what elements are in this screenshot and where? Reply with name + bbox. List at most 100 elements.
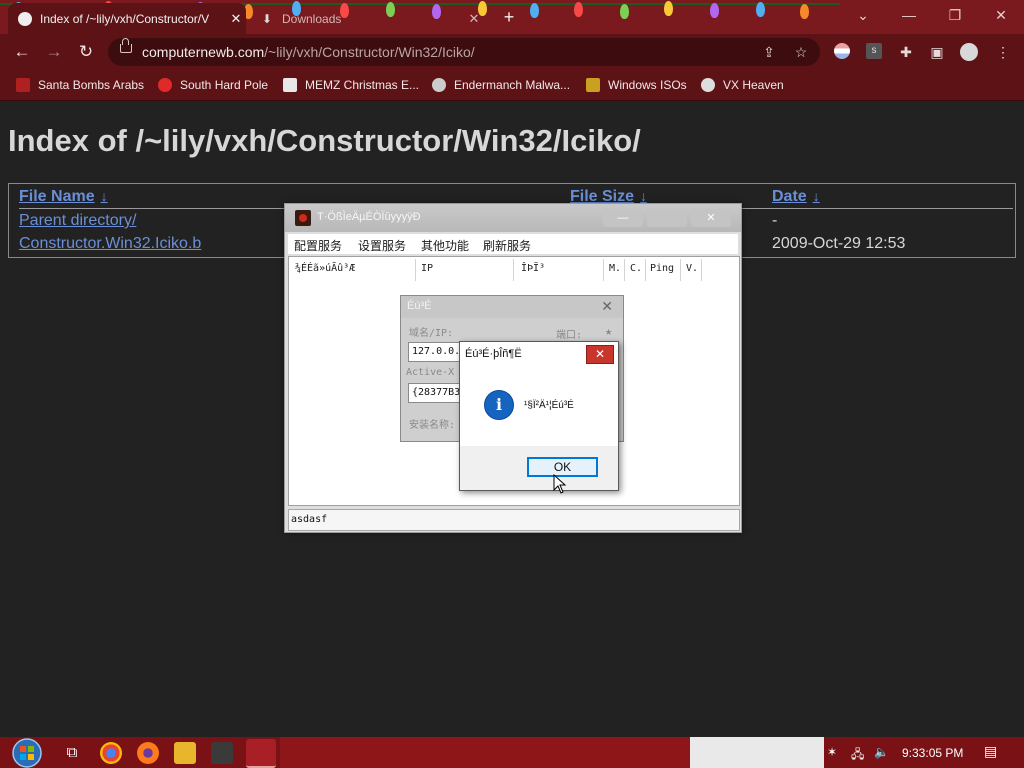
close-tab-icon[interactable]: ✕ (226, 11, 246, 27)
column-header[interactable]: C. (630, 263, 642, 274)
extension-flag-icon[interactable] (834, 43, 852, 61)
forward-button[interactable]: → (42, 40, 66, 64)
windows-isos-icon (586, 78, 600, 92)
file-date: - (772, 212, 778, 229)
msgbox-titlebar[interactable]: Éú³É·þÎñ¶Ë ✕ (460, 342, 618, 368)
column-header[interactable]: ÎÞÏ³ (521, 263, 545, 274)
action-center-icon[interactable]: ▤ (984, 743, 997, 760)
column-header[interactable]: IP (421, 263, 433, 274)
bookmark-windows-isos[interactable]: Windows ISOs (586, 76, 687, 94)
close-window-button[interactable]: ✕ (978, 0, 1024, 30)
bookmark-south-hard-pole[interactable]: South Hard Pole (158, 76, 268, 94)
malware-icon (432, 78, 446, 92)
vx-heaven-icon (701, 78, 715, 92)
wallpaper-strip (690, 737, 824, 768)
taskbar-clock[interactable]: 9:33:05 PM (902, 746, 963, 760)
app-titlebar[interactable]: T·ÖßÌeÄµÉÒÏûyyyÿÐ — ✕ (285, 204, 741, 232)
menu-kebab-icon[interactable]: ⋮ (994, 43, 1012, 61)
memz-icon (283, 78, 297, 92)
bulb-decoration (530, 3, 539, 18)
url-text: computernewb.com/~lily/vxh/Constructor/W… (142, 44, 475, 60)
iciko-taskbar-icon[interactable] (246, 739, 276, 768)
app-maximize-button[interactable] (647, 209, 687, 227)
minimize-button[interactable]: — (886, 0, 932, 30)
port-label: 端口: (556, 330, 583, 341)
share-icon[interactable]: ⇪ (760, 43, 778, 61)
extensions-puzzle-icon[interactable]: ✚ (897, 43, 915, 61)
app-close-button[interactable]: ✕ (691, 209, 731, 227)
app-statusbar: asdasf (288, 509, 740, 531)
tab-search-button[interactable]: ⌄ (840, 0, 886, 30)
new-tab-button[interactable]: + (498, 6, 520, 28)
tab-downloads[interactable]: ⬇ Downloads ✕ (252, 3, 484, 34)
bulb-decoration (756, 2, 765, 17)
app-icon (295, 210, 311, 226)
bulb-decoration (664, 1, 673, 16)
bookmark-label: MEMZ Christmas E... (305, 78, 420, 92)
tab-title: Index of /~lily/vxh/Constructor/V (40, 11, 210, 26)
reload-button[interactable]: ↻ (74, 40, 98, 64)
back-button[interactable]: ← (10, 40, 34, 64)
sort-arrow-icon: ↓ (100, 188, 108, 204)
firefox-taskbar-icon[interactable] (137, 742, 159, 764)
app-title: T·ÖßÌeÄµÉÒÏûyyyÿÐ (317, 211, 421, 223)
menu-config-service[interactable]: 配置服务 (294, 237, 342, 254)
malware-app-icon[interactable] (211, 742, 233, 764)
msgbox-body: i ¹§Ï²Ä¹¦Éú³É (460, 368, 618, 446)
column-file-name[interactable]: File Name ↓ (19, 188, 108, 206)
profile-avatar-icon[interactable] (960, 43, 978, 61)
address-bar[interactable]: computernewb.com/~lily/vxh/Constructor/W… (108, 38, 820, 66)
msgbox-title: Éú³É·þÎñ¶Ë (465, 348, 522, 360)
tab-index-of[interactable]: Index of /~lily/vxh/Constructor/V ✕ (8, 3, 246, 34)
column-separator (415, 259, 416, 281)
bookmark-santa-bombs-arabs[interactable]: Santa Bombs Arabs (16, 76, 144, 94)
msgbox-close-button[interactable]: ✕ (586, 345, 614, 364)
side-panel-icon[interactable]: ▣ (928, 43, 946, 61)
bookmark-endermanch-malware[interactable]: Endermanch Malwa... (432, 76, 570, 94)
start-button-icon[interactable] (10, 737, 44, 768)
file-link-constructor[interactable]: Constructor.Win32.Iciko.b (19, 235, 201, 253)
sort-arrow-icon: ↓ (640, 188, 648, 204)
activex-input[interactable]: {28377B3 (408, 383, 465, 403)
bookmark-label: VX Heaven (723, 78, 784, 92)
column-header[interactable]: M. (609, 263, 621, 274)
menu-refresh-service[interactable]: 刷新服务 (483, 237, 531, 254)
bookmark-label: Santa Bombs Arabs (38, 78, 145, 92)
file-explorer-icon[interactable] (174, 742, 196, 764)
file-link-parent[interactable]: Parent directory/ (19, 212, 136, 230)
column-header[interactable]: ¾ÉÉã»úÃû³Æ (295, 263, 355, 274)
app-minimize-button[interactable]: — (603, 209, 643, 227)
task-view-icon[interactable]: ⧉ (61, 742, 83, 764)
dialog-close-icon[interactable]: ✕ (601, 298, 613, 315)
favicon-icon (18, 11, 32, 26)
santa-icon (16, 78, 30, 92)
extension-s-icon[interactable]: s (866, 43, 884, 61)
column-header[interactable]: V. (686, 263, 698, 274)
bookmark-memz-christmas[interactable]: MEMZ Christmas E... (283, 76, 419, 94)
restore-button[interactable]: ❐ (932, 0, 978, 30)
chrome-taskbar-icon[interactable] (100, 742, 122, 764)
domain-label: 域名/IP: (409, 328, 454, 339)
tray-app-icon[interactable]: ✶ (827, 745, 837, 759)
install-name-label: 安装名称: (409, 420, 456, 431)
domain-input[interactable]: 127.0.0. (408, 342, 465, 362)
column-header[interactable]: Ping (650, 263, 674, 274)
column-date[interactable]: Date ↓ (772, 188, 820, 206)
menu-other-functions[interactable]: 其他功能 (421, 237, 469, 254)
close-tab-icon[interactable]: ✕ (464, 11, 484, 27)
bookmark-star-icon[interactable]: ☆ (792, 43, 810, 61)
bookmark-vx-heaven[interactable]: VX Heaven (701, 76, 784, 94)
volume-icon[interactable]: 🔈 (874, 745, 889, 759)
menu-setup-service[interactable]: 设置服务 (358, 237, 406, 254)
lock-icon (120, 38, 132, 53)
bulb-decoration (800, 4, 809, 19)
download-icon: ⬇ (262, 11, 273, 26)
network-icon[interactable]: 🖧 (851, 745, 864, 766)
column-separator (701, 259, 702, 281)
column-separator (603, 259, 604, 281)
tab-title: Downloads (282, 11, 342, 26)
star-icon: ★ (605, 324, 613, 338)
dialog-titlebar[interactable]: Éú³É ✕ (401, 296, 623, 318)
bookmark-label: Windows ISOs (608, 78, 687, 92)
browser-toolbar: ← → ↻ computernewb.com/~lily/vxh/Constru… (0, 34, 1024, 70)
